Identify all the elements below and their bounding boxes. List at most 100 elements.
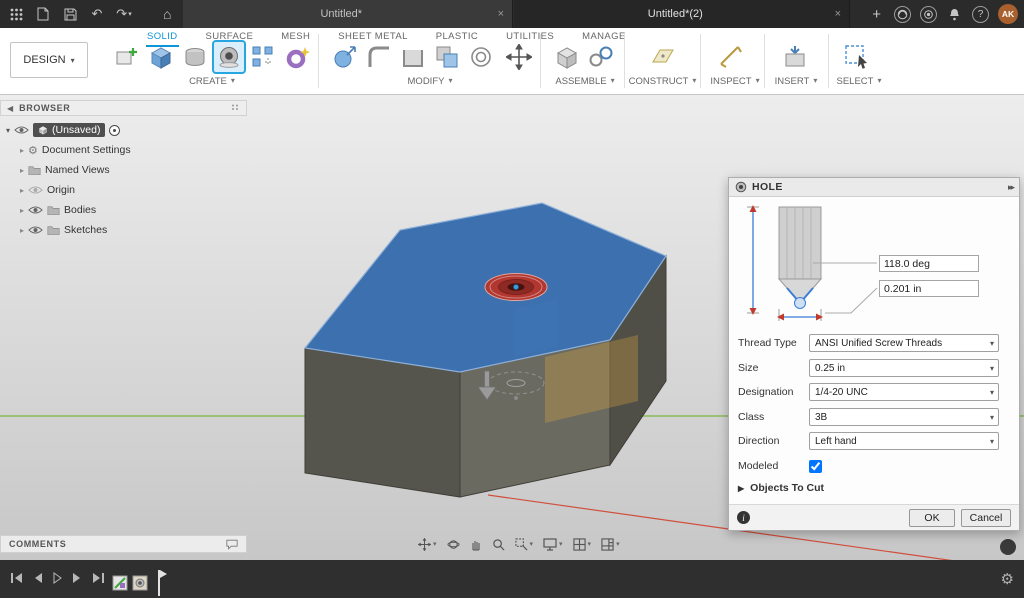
sketch-feature-icon[interactable] <box>112 575 128 591</box>
grid-and-snaps[interactable]: ▾ <box>573 538 592 551</box>
play-button[interactable] <box>52 572 63 584</box>
panel-grip-icon[interactable] <box>231 102 240 114</box>
display-settings[interactable]: ▾ <box>543 538 563 551</box>
collapsed-triangle-icon[interactable]: ▸ <box>20 206 24 215</box>
collapsed-triangle-icon[interactable]: ▸ <box>20 186 24 195</box>
cancel-button[interactable]: Cancel <box>961 509 1011 527</box>
visibility-eye-icon[interactable] <box>28 185 43 195</box>
construct-plane-icon[interactable] <box>648 42 678 72</box>
timeline-settings-gear-icon[interactable]: ⚙ <box>1001 570 1014 588</box>
create-group-label[interactable]: CREATE▾ <box>112 76 312 87</box>
home-tab-icon[interactable]: ⌂ <box>163 0 171 28</box>
hole-dialog-header[interactable]: HOLE ▸▸ <box>729 178 1019 197</box>
assemble-component-icon[interactable] <box>552 42 582 72</box>
pattern-icon[interactable] <box>248 42 278 72</box>
document-tab-1[interactable]: Untitled* × <box>183 0 513 28</box>
activate-component-radio[interactable] <box>109 125 120 136</box>
insert-group-label[interactable]: INSERT▾ <box>764 76 828 87</box>
fillet-icon[interactable] <box>364 42 394 72</box>
joint-icon[interactable] <box>586 42 616 72</box>
browser-header[interactable]: ◀ BROWSER <box>0 100 247 116</box>
select-tool-icon[interactable] <box>842 42 872 72</box>
thread-type-select[interactable]: ANSI Unified Screw Threads ▾ <box>809 334 999 352</box>
orbit-tool[interactable] <box>447 538 460 551</box>
info-icon[interactable]: i <box>737 511 750 524</box>
active-document-chip[interactable]: (Unsaved) <box>33 123 105 137</box>
hole-feature-highlight[interactable] <box>485 274 547 301</box>
hole-diameter-input[interactable] <box>879 280 979 297</box>
file-menu-icon[interactable] <box>35 6 51 22</box>
notifications-bell-icon[interactable] <box>946 6 963 23</box>
collapsed-triangle-icon[interactable]: ▸ <box>20 166 24 175</box>
ok-button[interactable]: OK <box>909 509 955 527</box>
new-component-icon[interactable] <box>112 42 142 72</box>
expand-triangle-icon[interactable]: ▾ <box>6 126 10 135</box>
press-pull-icon[interactable] <box>330 42 360 72</box>
new-tab-icon[interactable]: + <box>872 6 881 23</box>
hole-feature-icon[interactable] <box>132 575 148 591</box>
comment-bubble-icon[interactable] <box>226 539 238 550</box>
tip-angle-input[interactable] <box>879 255 979 272</box>
pan-tool[interactable]: ▾ <box>418 538 437 551</box>
direction-select[interactable]: Left hand ▾ <box>809 432 999 450</box>
designation-select[interactable]: 1/4-20 UNC ▾ <box>809 383 999 401</box>
browser-item-bodies[interactable]: ▸ Bodies <box>0 200 247 220</box>
offset-face-icon[interactable] <box>466 42 496 72</box>
comments-panel[interactable]: COMMENTS <box>0 535 247 553</box>
objects-to-cut-section[interactable]: ▶ Objects To Cut <box>738 482 824 494</box>
expand-dialog-icon[interactable]: ▸▸ <box>1008 182 1013 193</box>
extensions-icon[interactable] <box>920 6 937 23</box>
inspect-group-label[interactable]: INSPECT▾ <box>700 76 770 87</box>
shell-icon[interactable] <box>398 42 428 72</box>
select-group-label[interactable]: SELECT▾ <box>828 76 890 87</box>
modify-group-label[interactable]: MODIFY▾ <box>330 76 530 87</box>
collapsed-triangle-icon: ▶ <box>738 484 744 493</box>
help-icon[interactable]: ? <box>972 6 989 23</box>
browser-item-document-settings[interactable]: ▸ ⚙ Document Settings <box>0 140 247 160</box>
browser-item-origin[interactable]: ▸ Origin <box>0 180 247 200</box>
hole-tool-icon-active[interactable] <box>214 42 244 72</box>
skip-to-start-button[interactable] <box>10 572 23 584</box>
hole-center-point[interactable] <box>514 285 519 290</box>
app-grid-icon[interactable] <box>8 6 24 22</box>
visibility-eye-icon[interactable] <box>28 205 43 215</box>
zoom-tool[interactable] <box>492 538 505 551</box>
modeled-checkbox[interactable] <box>809 460 822 473</box>
coil-icon[interactable] <box>282 42 312 72</box>
chevron-down-icon: ▾ <box>559 540 563 548</box>
user-avatar[interactable]: AK <box>998 4 1018 24</box>
class-select[interactable]: 3B ▾ <box>809 408 999 426</box>
size-select[interactable]: 0.25 in ▾ <box>809 359 999 377</box>
look-at-hand-tool[interactable] <box>470 538 482 551</box>
close-tab-icon[interactable]: × <box>835 8 841 20</box>
visibility-eye-icon[interactable] <box>14 125 29 135</box>
browser-item-named-views[interactable]: ▸ Named Views <box>0 160 247 180</box>
save-icon[interactable] <box>62 6 78 22</box>
timeline-position-marker[interactable] <box>158 570 160 596</box>
step-forward-button[interactable] <box>72 572 83 584</box>
viewports[interactable]: ▾ <box>601 538 620 551</box>
move-copy-icon[interactable] <box>504 42 534 72</box>
browser-root-row[interactable]: ▾ (Unsaved) <box>0 120 247 140</box>
browser-item-sketches[interactable]: ▸ Sketches <box>0 220 247 240</box>
collapse-panel-icon[interactable]: ◀ <box>7 104 13 113</box>
zoom-window-tool[interactable]: ▾ <box>515 538 534 551</box>
visibility-eye-icon[interactable] <box>28 225 43 235</box>
insert-icon[interactable] <box>780 42 810 72</box>
collapsed-triangle-icon[interactable]: ▸ <box>20 226 24 235</box>
document-tab-2-active[interactable]: Untitled*(2) × <box>514 0 850 28</box>
extrude-icon[interactable] <box>146 42 176 72</box>
construct-group-label[interactable]: CONSTRUCT▾ <box>615 76 710 87</box>
skip-to-end-button[interactable] <box>92 572 105 584</box>
chat-bubble-icon[interactable] <box>1000 539 1016 555</box>
workspace-selector[interactable]: DESIGN ▾ <box>10 42 88 78</box>
undo-icon[interactable]: ↶ <box>89 6 105 22</box>
collapsed-triangle-icon[interactable]: ▸ <box>20 146 24 155</box>
redo-icon[interactable]: ↷▾ <box>116 6 132 22</box>
close-tab-icon[interactable]: × <box>498 8 504 20</box>
measure-icon[interactable] <box>716 42 746 72</box>
job-status-icon[interactable] <box>894 6 911 23</box>
revolve-icon[interactable] <box>180 42 210 72</box>
combine-icon[interactable] <box>432 42 462 72</box>
step-back-button[interactable] <box>32 572 43 584</box>
